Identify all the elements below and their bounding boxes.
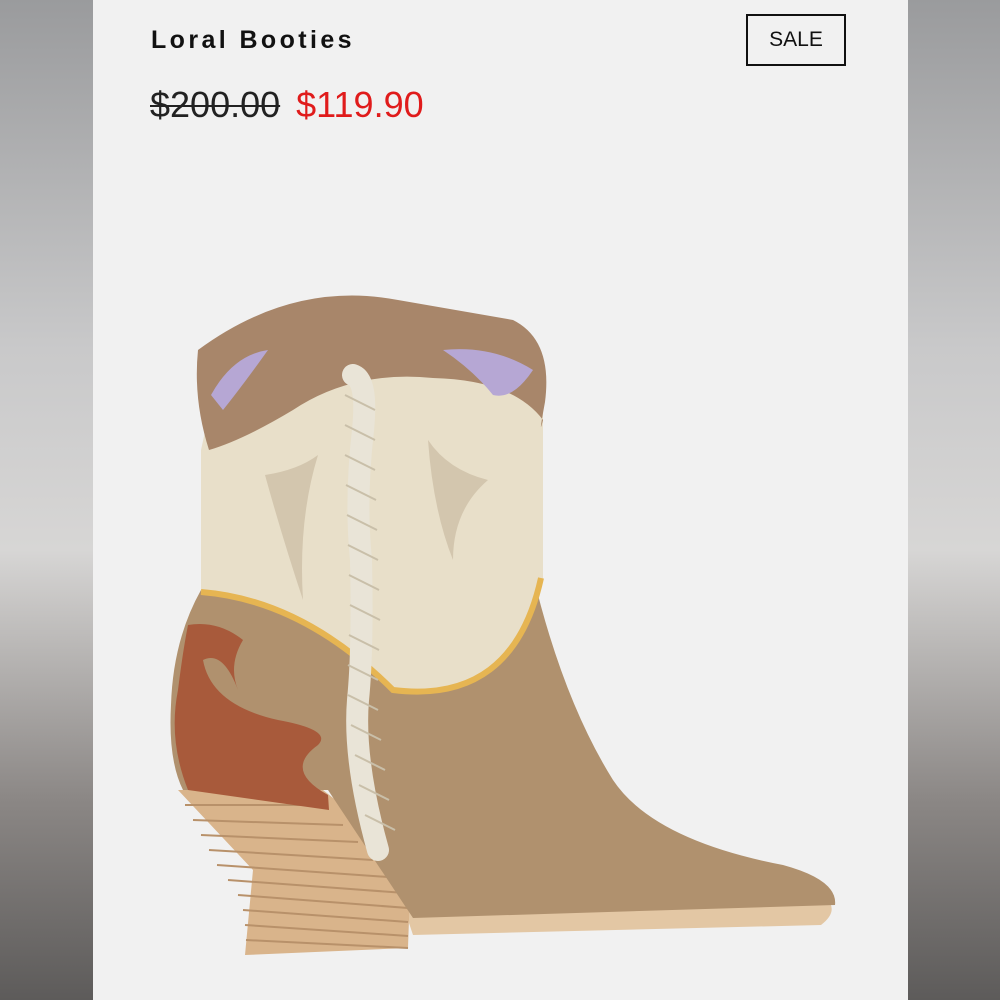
product-card: Loral Booties SALE $200.00 $119.90 [93, 0, 908, 1000]
background-right-blur [908, 0, 1000, 1000]
background-left-blur [0, 0, 93, 1000]
boot-product-image [170, 295, 836, 955]
